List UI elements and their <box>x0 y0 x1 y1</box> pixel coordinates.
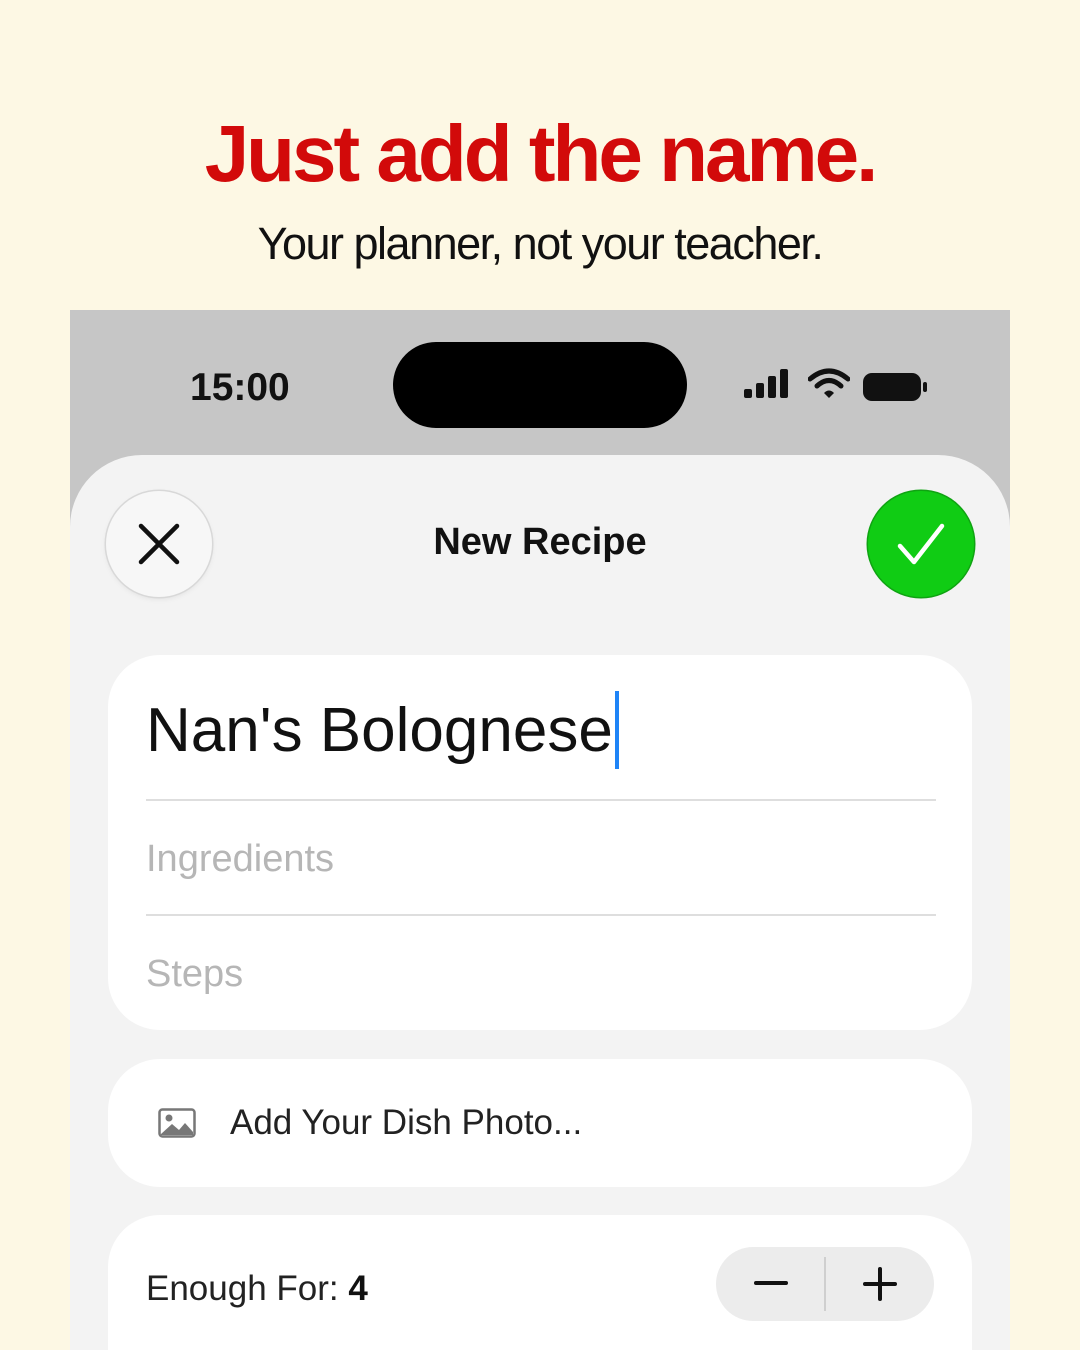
decrement-button[interactable] <box>716 1247 825 1321</box>
headline: Just add the name. <box>204 109 879 198</box>
ingredients-field[interactable]: Ingredients <box>146 838 334 881</box>
minus-icon <box>753 1281 788 1285</box>
done-button[interactable] <box>868 491 974 597</box>
subheadline: Your planner, not your teacher. <box>257 218 824 269</box>
divider <box>146 799 936 801</box>
servings-label-text: Enough For: <box>146 1269 349 1308</box>
recipe-name-value: Nan's Bolognese <box>146 695 613 765</box>
servings-stepper[interactable] <box>716 1247 934 1321</box>
status-time: 15:00 <box>190 366 290 409</box>
cellular-signal-icon <box>744 369 788 398</box>
add-photo-button[interactable]: Add Your Dish Photo... <box>108 1059 972 1187</box>
wifi-icon <box>808 368 850 398</box>
increment-button[interactable] <box>825 1247 934 1321</box>
plus-icon <box>862 1267 897 1301</box>
text-caret <box>614 691 619 769</box>
servings-card: Enough For: 4 <box>108 1215 972 1350</box>
recipe-details-card: Nan's Bolognese Ingredients Steps <box>108 655 972 1030</box>
photo-icon <box>158 1108 196 1138</box>
phone-screen: 15:00 New Recipe Nan's Bolognese Ingredi… <box>70 310 1010 1350</box>
divider <box>146 914 936 916</box>
steps-field[interactable]: Steps <box>146 953 243 996</box>
new-recipe-sheet: New Recipe Nan's Bolognese Ingredients S… <box>70 455 1010 1350</box>
recipe-name-field[interactable]: Nan's Bolognese <box>146 685 619 775</box>
stepper-divider <box>824 1257 826 1311</box>
battery-icon <box>863 373 927 401</box>
dynamic-island <box>393 342 687 428</box>
checkmark-icon <box>897 523 945 565</box>
servings-value: 4 <box>348 1269 368 1308</box>
add-photo-label: Add Your Dish Photo... <box>230 1103 583 1142</box>
servings-label: Enough For: 4 <box>146 1269 368 1309</box>
